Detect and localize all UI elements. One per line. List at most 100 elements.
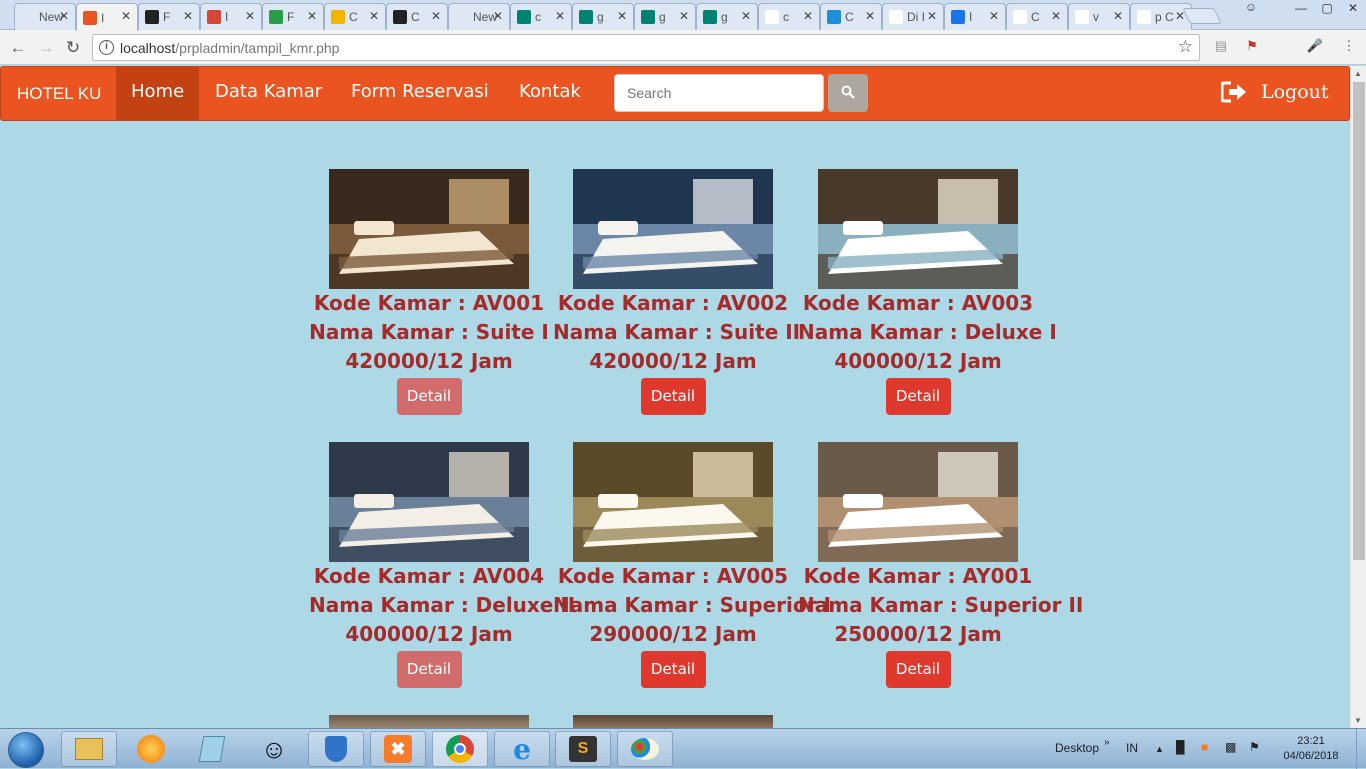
- browser-tab[interactable]: New ✕: [448, 3, 510, 30]
- browser-tab[interactable]: C ✕: [1006, 3, 1068, 30]
- browser-tab[interactable]: g ✕: [696, 3, 758, 30]
- tab-close-icon[interactable]: ✕: [989, 9, 999, 23]
- tab-close-icon[interactable]: ✕: [245, 9, 255, 23]
- browser-tab[interactable]: C ✕: [386, 3, 448, 30]
- browser-tab[interactable]: C ✕: [820, 3, 882, 30]
- search-input[interactable]: [614, 74, 824, 112]
- scroll-down-arrow-icon[interactable]: ▼: [1354, 716, 1362, 725]
- tab-favicon-icon: [145, 10, 159, 24]
- reload-button[interactable]: ↻: [63, 38, 83, 58]
- browser-tab[interactable]: C ✕: [324, 3, 386, 30]
- forward-button[interactable]: →: [36, 38, 56, 58]
- back-button[interactable]: ←: [8, 38, 28, 58]
- tab-favicon-icon: [827, 10, 841, 24]
- browser-tab[interactable]: c ✕: [758, 3, 820, 30]
- device-tray-icon[interactable]: ▩: [1225, 740, 1236, 754]
- system-clock[interactable]: 23:21 04/06/2018: [1282, 734, 1340, 764]
- notepad-taskbar-icon[interactable]: [184, 731, 240, 767]
- url-path: /prpladmin/tampil_kmr.php: [175, 40, 340, 56]
- show-hidden-icons-icon[interactable]: ▲: [1155, 744, 1164, 754]
- brand-link[interactable]: HOTEL KU: [17, 84, 101, 104]
- tab-close-icon[interactable]: ✕: [741, 9, 751, 23]
- tab-close-icon[interactable]: ✕: [1051, 9, 1061, 23]
- logout-link[interactable]: Logout: [1221, 81, 1329, 103]
- tab-close-icon[interactable]: ✕: [679, 9, 689, 23]
- sublime-taskbar-icon[interactable]: S: [555, 731, 611, 767]
- tab-close-icon[interactable]: ✕: [865, 9, 875, 23]
- bookmark-star-icon[interactable]: ☆: [1178, 37, 1193, 57]
- chrome-taskbar-icon[interactable]: [432, 731, 488, 767]
- browser-tab[interactable]: Di I ✕: [882, 3, 944, 30]
- tab-close-icon[interactable]: ✕: [927, 9, 937, 23]
- nav-kontak[interactable]: Kontak: [504, 67, 596, 120]
- extension-cast-icon[interactable]: ▤: [1212, 38, 1230, 56]
- detail-button[interactable]: Detail: [640, 651, 706, 688]
- nav-home[interactable]: Home: [116, 67, 200, 120]
- detail-button[interactable]: Detail: [396, 651, 462, 688]
- paint-taskbar-icon[interactable]: [617, 731, 673, 767]
- browser-tab[interactable]: New ✕: [14, 3, 76, 30]
- tab-favicon-icon: [269, 10, 283, 24]
- minimize-button[interactable]: —: [1288, 0, 1314, 18]
- browser-tab[interactable]: c ✕: [510, 3, 572, 30]
- url-text[interactable]: localhost/prpladmin/tampil_kmr.php: [120, 40, 339, 56]
- menu-icon[interactable]: ⋮: [1340, 38, 1358, 56]
- ie-taskbar-icon[interactable]: e: [494, 731, 550, 767]
- tab-close-icon[interactable]: ✕: [493, 9, 503, 23]
- browser-tab[interactable]: p C ✕: [1130, 3, 1192, 30]
- voice-search-icon[interactable]: 🎤: [1306, 38, 1324, 56]
- browser-tab[interactable]: F ✕: [262, 3, 324, 30]
- tab-close-icon[interactable]: ✕: [1113, 9, 1123, 23]
- detail-button[interactable]: Detail: [885, 651, 951, 688]
- new-tab-button[interactable]: [1182, 8, 1222, 24]
- nav-form-reservasi[interactable]: Form Reservasi: [336, 67, 504, 120]
- browser-tab[interactable]: F ✕: [138, 3, 200, 30]
- tab-close-icon[interactable]: ✕: [431, 9, 441, 23]
- browser-tab[interactable]: g ✕: [572, 3, 634, 30]
- site-info-icon[interactable]: i: [99, 40, 114, 55]
- browser-tab[interactable]: v ✕: [1068, 3, 1130, 30]
- detail-button[interactable]: Detail: [396, 378, 462, 415]
- browser-tab[interactable]: g ✕: [634, 3, 696, 30]
- browser-toolbar: ← → ↻ i localhost/prpladmin/tampil_kmr.p…: [0, 30, 1366, 65]
- show-desktop-button[interactable]: [1356, 729, 1366, 769]
- detail-button[interactable]: Detail: [885, 378, 951, 415]
- detail-button[interactable]: Detail: [640, 378, 706, 415]
- tab-close-icon[interactable]: ✕: [803, 9, 813, 23]
- windows-taskbar: ☺ ✖ e S Desktop » IN ▲ █ ■ ▩ ⚑ 23:21 04/…: [0, 728, 1366, 769]
- address-bar[interactable]: i localhost/prpladmin/tampil_kmr.php ☆: [92, 34, 1200, 61]
- explorer-taskbar-icon[interactable]: [61, 731, 117, 767]
- tab-close-icon[interactable]: ✕: [555, 9, 565, 23]
- tab-close-icon[interactable]: ✕: [183, 9, 193, 23]
- room-name: Nama Kamar : Superior I: [553, 593, 831, 617]
- maximize-button[interactable]: ▢: [1314, 0, 1340, 18]
- tab-close-icon[interactable]: ✕: [121, 9, 131, 23]
- app-taskbar-icon[interactable]: [123, 731, 179, 767]
- start-button[interactable]: [8, 732, 44, 768]
- browser-tab[interactable]: I ✕: [76, 3, 138, 31]
- toolbar-expand-icon[interactable]: »: [1104, 737, 1110, 748]
- language-indicator[interactable]: IN: [1126, 741, 1138, 755]
- desktop-toolbar-label[interactable]: Desktop: [1055, 741, 1099, 755]
- tab-close-icon[interactable]: ✕: [617, 9, 627, 23]
- tab-close-icon[interactable]: ✕: [369, 9, 379, 23]
- browser-tab[interactable]: I ✕: [200, 3, 262, 30]
- scroll-up-arrow-icon[interactable]: ▲: [1354, 69, 1362, 78]
- extension-flag-icon[interactable]: ⚑: [1243, 38, 1261, 56]
- smiley-taskbar-icon[interactable]: ☺: [246, 731, 302, 767]
- xampp-tray-icon[interactable]: ■: [1201, 740, 1208, 754]
- tab-close-icon[interactable]: ✕: [307, 9, 317, 23]
- shield-taskbar-icon[interactable]: [308, 731, 364, 767]
- search-button[interactable]: [828, 74, 868, 112]
- browser-tab[interactable]: I ✕: [944, 3, 1006, 30]
- page-scrollbar[interactable]: ▲ ▼: [1350, 66, 1366, 728]
- user-profile-icon[interactable]: ☺: [1238, 0, 1264, 18]
- xampp-taskbar-icon[interactable]: ✖: [370, 731, 426, 767]
- close-window-button[interactable]: ✕: [1340, 0, 1366, 18]
- tab-close-icon[interactable]: ✕: [59, 9, 69, 23]
- scrollbar-thumb[interactable]: [1353, 82, 1365, 560]
- web-page: HOTEL KU Home Data Kamar Form Reservasi …: [0, 66, 1350, 728]
- action-center-flag-icon[interactable]: ⚑: [1249, 740, 1260, 754]
- nav-data-kamar[interactable]: Data Kamar: [200, 67, 337, 120]
- network-signal-icon[interactable]: █: [1176, 740, 1185, 754]
